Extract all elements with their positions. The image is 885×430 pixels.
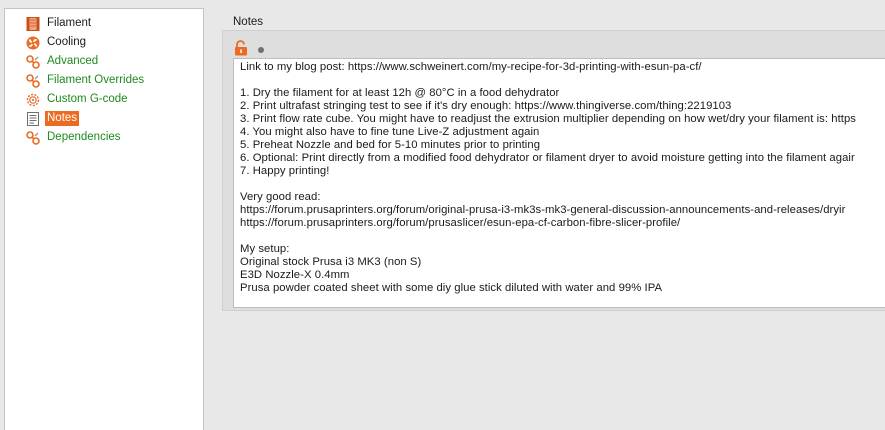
notes-line: My setup: (240, 243, 290, 255)
sidebar-item-dependencies[interactable]: Dependencies (25, 129, 123, 146)
sidebar-item-label: Notes (45, 111, 80, 126)
notes-line: 3. Print flow rate cube. You might have … (240, 113, 856, 125)
wrench-icon (25, 73, 41, 89)
notes-line: 2. Print ultrafast stringing test to see… (240, 100, 732, 112)
sidebar-item-filament[interactable]: Filament (25, 15, 93, 32)
notes-text: Link to my blog post: https://www.schwei… (240, 61, 856, 295)
notes-line (240, 178, 856, 191)
sidebar-item-custom-gcode[interactable]: Custom G-code (25, 91, 130, 108)
notes-textarea[interactable]: Link to my blog post: https://www.schwei… (233, 58, 885, 308)
notes-line: 1. Dry the filament for at least 12h @ 8… (240, 87, 560, 99)
notes-line: https://forum.prusaprinters.org/forum/or… (240, 204, 846, 216)
spool-icon (25, 16, 41, 32)
sidebar-item-label: Advanced (47, 55, 99, 67)
wrench-icon (25, 130, 41, 146)
notes-line: https://forum.prusaprinters.org/forum/pr… (240, 217, 681, 229)
fan-icon (25, 35, 41, 51)
notes-line: 6. Optional: Print directly from a modif… (240, 152, 855, 164)
notes-line (240, 230, 856, 243)
sidebar-item-filament-overrides[interactable]: Filament Overrides (25, 72, 146, 89)
notes-group: Link to my blog post: https://www.schwei… (222, 30, 885, 311)
notes-line: Very good read: (240, 191, 321, 203)
notes-line (240, 74, 856, 87)
notes-line: E3D Nozzle-X 0.4mm (240, 269, 350, 281)
notes-line: 5. Preheat Nozzle and bed for 5-10 minut… (240, 139, 541, 151)
notes-line: Link to my blog post: https://www.schwei… (240, 61, 702, 73)
sidebar-item-cooling[interactable]: Cooling (25, 34, 88, 51)
notes-line: 4. You might also have to fine tune Live… (240, 126, 540, 138)
sidebar-item-label: Cooling (47, 36, 86, 48)
sidebar-item-label: Filament (47, 17, 92, 29)
sidebar: Filament Cooling Advanced Filament Overr… (4, 8, 204, 430)
notes-line: 7. Happy printing! (240, 165, 330, 177)
page-title: Notes (233, 16, 264, 28)
sidebar-item-label: Custom G-code (47, 93, 128, 105)
gear-icon (25, 92, 41, 108)
bullet-icon[interactable] (258, 47, 264, 53)
notes-line: Original stock Prusa i3 MK3 (non S) (240, 256, 422, 268)
wrench-icon (25, 54, 41, 70)
notes-line: Prusa powder coated sheet with some diy … (240, 282, 663, 294)
notes-icon (25, 111, 41, 127)
sidebar-item-label: Dependencies (47, 131, 121, 143)
sidebar-item-notes[interactable]: Notes (25, 110, 80, 127)
lock-open-icon[interactable] (234, 40, 248, 56)
sidebar-item-advanced[interactable]: Advanced (25, 53, 100, 70)
sidebar-item-label: Filament Overrides (47, 74, 145, 86)
